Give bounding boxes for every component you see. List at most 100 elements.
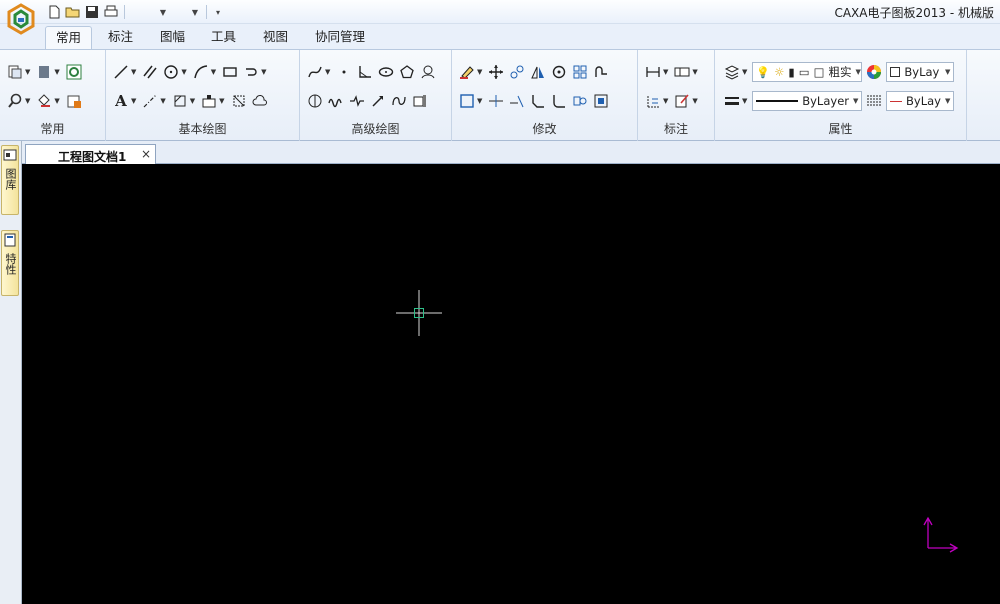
undo-dropdown[interactable]: ▼ [157, 8, 169, 17]
coordinate-dim-icon[interactable] [644, 92, 662, 110]
stretch-icon[interactable] [592, 63, 610, 81]
fillet-icon[interactable] [550, 92, 568, 110]
book-icon[interactable] [35, 63, 53, 81]
chamfer-icon[interactable] [529, 92, 547, 110]
polygon-icon[interactable] [398, 63, 416, 81]
customize-toolbar-icon[interactable]: ▾ [212, 8, 224, 17]
array-icon[interactable] [571, 63, 589, 81]
coil-icon[interactable] [390, 92, 408, 110]
chevron-down-icon[interactable]: ▼ [742, 97, 747, 105]
chevron-down-icon[interactable]: ▼ [325, 68, 330, 76]
linewidth-combo[interactable]: ByLay ▼ [886, 91, 955, 111]
chevron-down-icon[interactable]: ▼ [663, 68, 668, 76]
chevron-down-icon[interactable]: ▼ [663, 97, 668, 105]
undo-icon[interactable] [130, 4, 154, 20]
break-line-icon[interactable] [348, 92, 366, 110]
trim-icon[interactable] [487, 92, 505, 110]
chevron-down-icon[interactable]: ▼ [477, 68, 482, 76]
ellipse-icon[interactable] [377, 63, 395, 81]
explode-icon[interactable] [571, 92, 589, 110]
redo-dropdown[interactable]: ▼ [189, 8, 201, 17]
centerline-icon[interactable] [141, 92, 159, 110]
wave-line-icon[interactable] [327, 92, 345, 110]
mirror-icon[interactable] [529, 63, 547, 81]
spline-icon[interactable] [306, 63, 324, 81]
library-side-tab[interactable]: 图库 [1, 145, 19, 215]
properties-side-tab[interactable]: 特性 [1, 230, 19, 296]
chevron-down-icon[interactable]: ▼ [54, 97, 59, 105]
print-icon[interactable] [103, 4, 119, 20]
note-icon[interactable] [673, 92, 691, 110]
tab-collaboration[interactable]: 协同管理 [305, 26, 375, 50]
tab-annotate[interactable]: 标注 [98, 26, 143, 50]
paint-bucket-icon[interactable] [35, 92, 53, 110]
layer-combo[interactable]: 💡 ☼ ▮ ▭ □ 粗实 ▼ [752, 62, 863, 82]
select-box-icon[interactable] [458, 92, 476, 110]
tab-common[interactable]: 常用 [45, 26, 93, 50]
point-icon[interactable] [335, 63, 353, 81]
arc-icon[interactable] [192, 63, 210, 81]
cloud-icon[interactable] [251, 92, 269, 110]
gear-tooth-icon[interactable] [411, 92, 429, 110]
open-icon[interactable] [65, 4, 81, 20]
drawing-canvas[interactable] [22, 164, 1000, 604]
circle-icon[interactable] [162, 63, 180, 81]
tab-tools[interactable]: 工具 [201, 26, 246, 50]
layer-manager-icon[interactable] [723, 63, 741, 81]
redo-icon[interactable] [172, 4, 186, 20]
chevron-down-icon[interactable]: ▼ [181, 68, 186, 76]
new-icon[interactable] [46, 4, 62, 20]
chevron-down-icon[interactable]: ▼ [219, 97, 224, 105]
close-icon[interactable]: × [141, 147, 151, 161]
layout-icon[interactable] [6, 63, 24, 81]
linewidth-icon[interactable] [865, 92, 883, 110]
scale-icon[interactable] [592, 92, 610, 110]
move-icon[interactable] [487, 63, 505, 81]
angle-line-icon[interactable] [356, 63, 374, 81]
tab-sheet[interactable]: 图幅 [150, 26, 195, 50]
color-combo[interactable]: ByLay ▼ [886, 62, 955, 82]
copy-icon[interactable] [508, 63, 526, 81]
line-weight-icon[interactable] [723, 92, 741, 110]
caxa-logo-icon[interactable] [4, 2, 38, 46]
color-wheel-icon[interactable] [865, 63, 883, 81]
tolerance-icon[interactable] [673, 63, 691, 81]
chevron-down-icon[interactable]: ▼ [477, 97, 482, 105]
chevron-down-icon[interactable]: ▼ [160, 97, 165, 105]
zoom-icon[interactable] [6, 92, 24, 110]
chevron-down-icon[interactable]: ▼ [131, 68, 136, 76]
eraser-icon[interactable] [458, 63, 476, 81]
extend-icon[interactable] [508, 92, 526, 110]
separator [206, 5, 207, 19]
chevron-down-icon[interactable]: ▼ [25, 68, 30, 76]
save-icon[interactable] [84, 4, 100, 20]
chevron-down-icon[interactable]: ▼ [25, 97, 30, 105]
hole-icon[interactable] [306, 92, 324, 110]
line-icon[interactable] [112, 63, 130, 81]
arrow-icon[interactable] [369, 92, 387, 110]
chevron-down-icon[interactable]: ▼ [692, 68, 697, 76]
block-insert-icon[interactable] [200, 92, 218, 110]
chevron-down-icon[interactable]: ▼ [190, 97, 195, 105]
dimension-icon[interactable] [644, 63, 662, 81]
person-icon[interactable] [419, 63, 437, 81]
rotate-icon[interactable] [550, 63, 568, 81]
chevron-down-icon[interactable]: ▼ [261, 68, 266, 76]
chevron-down-icon[interactable]: ▼ [211, 68, 216, 76]
chevron-down-icon[interactable]: ▼ [692, 97, 697, 105]
chevron-down-icon[interactable]: ▼ [131, 97, 136, 105]
linetype-combo[interactable]: ByLayer ▼ [752, 91, 863, 111]
chevron-down-icon[interactable]: ▼ [742, 68, 747, 76]
refresh-icon[interactable] [65, 63, 83, 81]
ribbon-panel: ▼ ▼ ▼ ▼ 常用 ▼ ▼ ▼ ▼ A ▼ ▼ ▼ ▼ 基本绘图 ▼ 高级绘图… [0, 49, 1000, 141]
document-tab[interactable]: 工程图文档1 × [25, 144, 156, 165]
polyline-icon[interactable] [242, 63, 260, 81]
hatch-icon[interactable] [171, 92, 189, 110]
tab-view[interactable]: 视图 [253, 26, 298, 50]
properties-icon[interactable] [65, 92, 83, 110]
boundary-icon[interactable] [230, 92, 248, 110]
chevron-down-icon[interactable]: ▼ [54, 68, 59, 76]
parallel-line-icon[interactable] [141, 63, 159, 81]
rectangle-icon[interactable] [221, 63, 239, 81]
text-icon[interactable]: A [112, 92, 130, 110]
